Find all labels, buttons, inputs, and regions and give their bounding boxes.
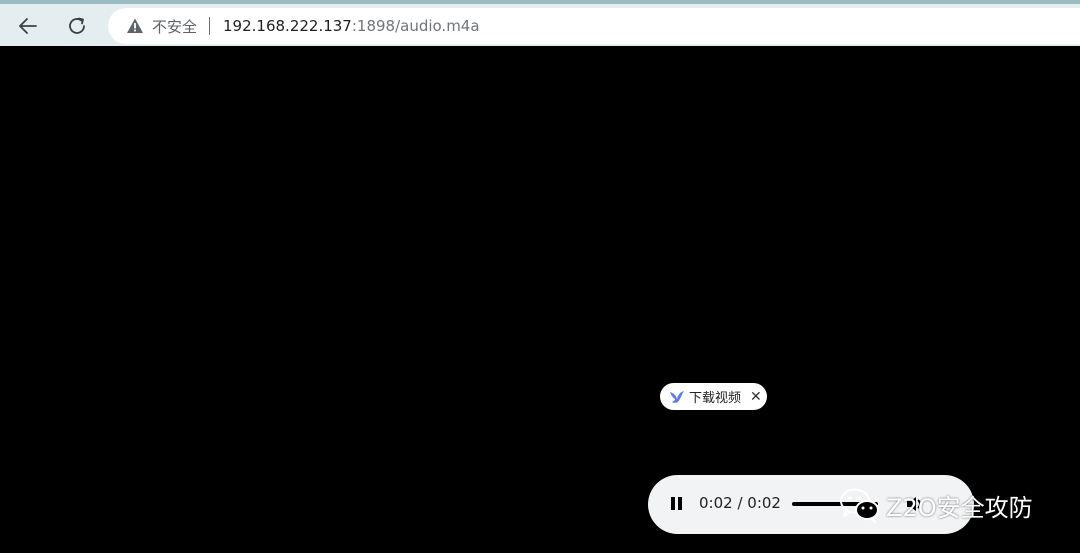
reload-icon [69,17,85,34]
back-button[interactable] [12,10,44,42]
wechat-icon [840,488,879,523]
close-icon[interactable]: ✕ [750,389,762,405]
pause-icon-bar [671,497,675,510]
url-host: 192.168.222.137 [223,17,352,35]
time-display: 0:02 / 0:02 [699,494,781,512]
pause-icon-bar [678,497,682,510]
bird-logo-icon [670,390,684,403]
browser-toolbar: 不安全 192.168.222.137:1898/audio.m4a [0,0,1080,46]
download-video-pill[interactable]: 下载视频 ✕ [660,383,767,410]
warning-icon[interactable] [126,17,144,35]
url-text[interactable]: 192.168.222.137:1898/audio.m4a [223,17,480,35]
security-label[interactable]: 不安全 [152,16,197,37]
arrow-left-icon [19,18,37,34]
watermark: Z2O安全攻防 [838,485,1033,525]
address-bar[interactable]: 不安全 192.168.222.137:1898/audio.m4a [108,8,1080,44]
reload-button[interactable] [61,10,93,42]
pause-button[interactable] [668,495,684,513]
download-video-label[interactable]: 下载视频 [689,387,741,406]
url-path: :1898/audio.m4a [351,17,480,35]
watermark-text: Z2O安全攻防 [886,493,1033,522]
address-separator [209,17,211,35]
